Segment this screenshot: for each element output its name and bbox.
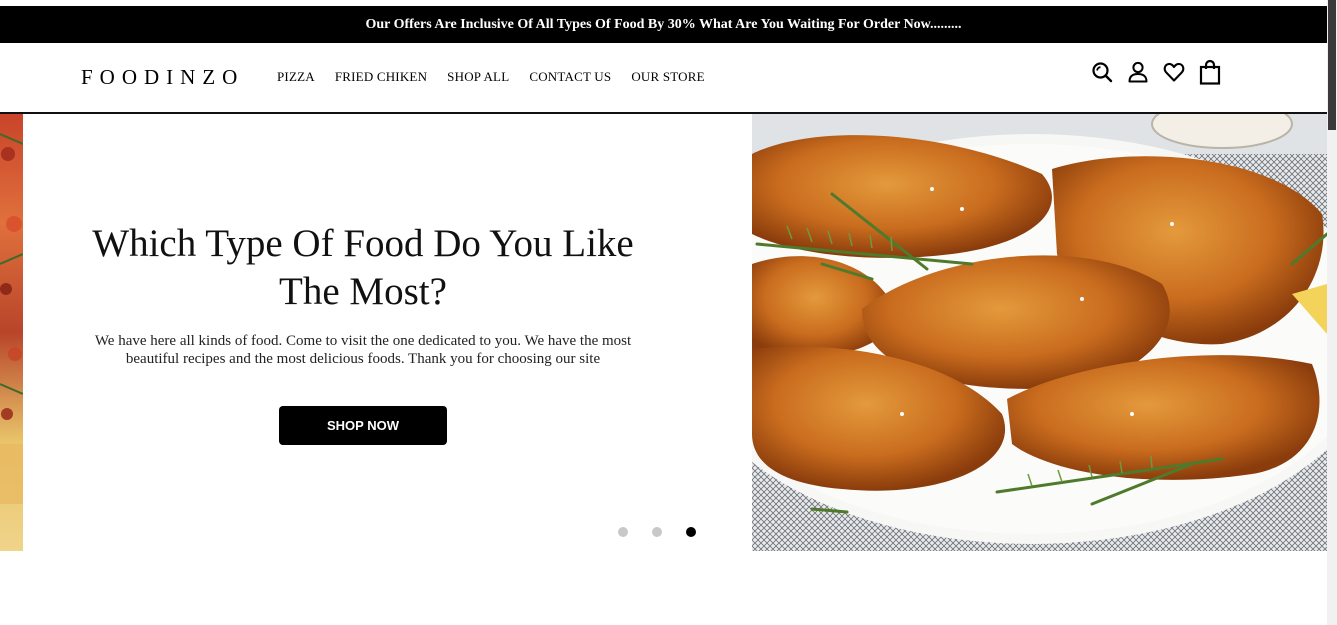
nav-item-contact-us[interactable]: CONTACT US [529,69,611,85]
hero-description: We have here all kinds of food. Come to … [94,333,632,367]
user-icon[interactable] [1126,59,1150,85]
nav-item-pizza[interactable]: PIZZA [277,69,315,85]
shop-now-button[interactable]: SHOP NOW [279,406,447,445]
pizza-image [0,114,23,551]
header-icons [1090,59,1234,85]
search-icon[interactable] [1090,59,1114,85]
heart-icon[interactable] [1162,59,1186,85]
nav-item-our-store[interactable]: OUR STORE [631,69,704,85]
slider-dot-2[interactable] [652,527,662,537]
slider-dots [618,527,720,537]
hero-text-panel: Which Type Of Food Do You Like The Most?… [23,114,752,551]
main-nav: PIZZA FRIED CHIKEN SHOP ALL CONTACT US O… [277,69,725,85]
hero-slider: Which Type Of Food Do You Like The Most?… [0,114,1327,551]
hero-title: Which Type Of Food Do You Like The Most? [92,222,634,313]
nav-item-shop-all[interactable]: SHOP ALL [447,69,509,85]
navbar: FOODINZO PIZZA FRIED CHIKEN SHOP ALL CON… [0,43,1327,114]
announcement-text: Our Offers Are Inclusive Of All Types Of… [365,16,962,32]
nav-item-fried-chicken[interactable]: FRIED CHIKEN [335,69,427,85]
fried-chicken-image [752,114,1327,551]
shopping-bag-icon[interactable] [1198,59,1222,85]
announcement-bar: Our Offers Are Inclusive Of All Types Of… [0,6,1327,43]
site-logo[interactable]: FOODINZO [81,65,244,90]
slider-dot-1[interactable] [618,527,628,537]
scrollbar-thumb[interactable] [1328,0,1336,130]
slider-dot-3[interactable] [686,527,696,537]
